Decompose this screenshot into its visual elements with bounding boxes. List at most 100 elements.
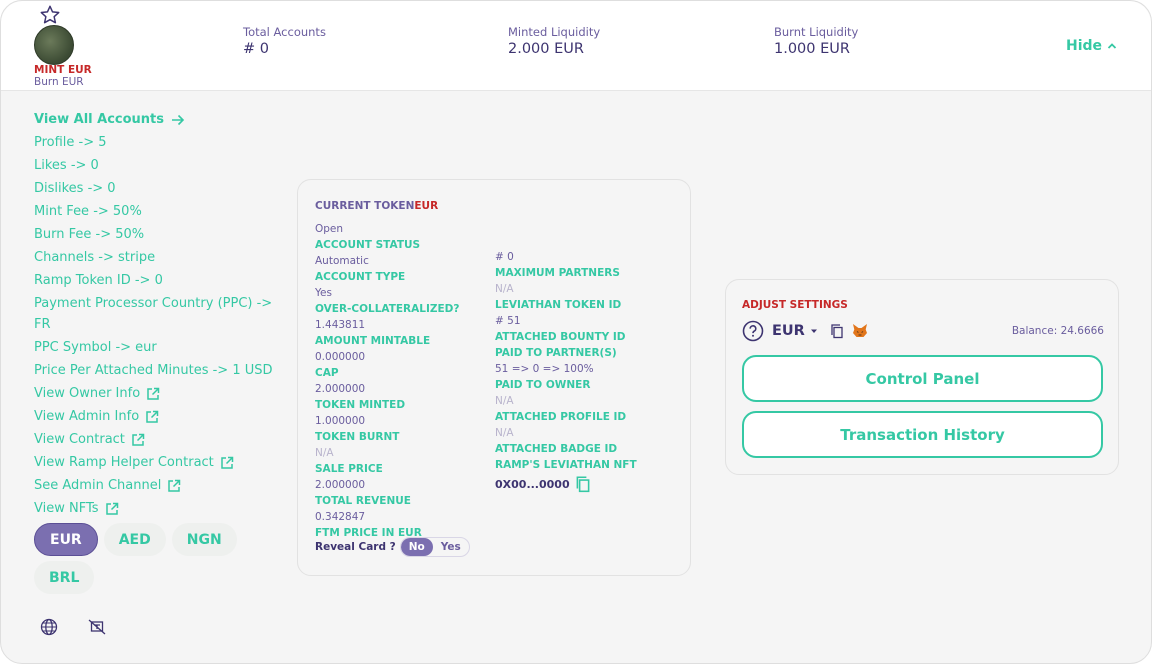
sidebar-item-dislikes[interactable]: Dislikes -> 0 (34, 177, 274, 200)
adjust-settings-card: ADJUST SETTINGS EUR Balance: 24.6666 Con… (725, 279, 1119, 475)
external-link-icon (132, 433, 145, 446)
chevron-up-icon (1107, 43, 1117, 49)
currency-chip-brl[interactable]: BRL (34, 561, 95, 594)
stat-value: 2.000 EUR (508, 41, 584, 57)
see-admin-channel-link[interactable]: See Admin Channel (34, 474, 274, 497)
sidebar-item-ramp-token-id[interactable]: Ramp Token ID -> 0 (34, 269, 274, 292)
link-label: View Owner Info (34, 386, 141, 401)
hide-button[interactable]: Hide (1066, 38, 1118, 54)
detail-value: N/A (495, 283, 514, 295)
link-label: View Contract (34, 432, 125, 447)
detail-key: RAMP'S LEVIATHAN NFT (495, 459, 637, 471)
external-link-icon (147, 387, 160, 400)
currency-chip-eur[interactable]: EUR (34, 523, 98, 556)
view-ramp-helper-contract-link[interactable]: View Ramp Helper Contract (34, 451, 274, 474)
detail-key: LEVIATHAN TOKEN ID (495, 299, 622, 311)
star-icon[interactable] (39, 4, 61, 26)
hide-label: Hide (1066, 38, 1103, 54)
transaction-history-button[interactable]: Transaction History (742, 411, 1103, 458)
detail-value: # 0 (495, 251, 514, 263)
sidebar-item-ppc-symbol[interactable]: PPC Symbol -> eur (34, 336, 274, 359)
reveal-yes-option[interactable]: Yes (433, 538, 469, 556)
detail-key: AMOUNT MINTABLE (315, 335, 431, 347)
detail-key: TOKEN BURNT (315, 431, 400, 443)
detail-value: 0.342847 (315, 511, 366, 523)
detail-key: ACCOUNT TYPE (315, 271, 406, 283)
current-token-card: CURRENT TOKENEUR Open ACCOUNT STATUS Autom… (297, 179, 691, 576)
settings-currency[interactable]: EUR (772, 323, 805, 339)
sidebar-item-channels[interactable]: Channels -> stripe (34, 246, 274, 269)
detail-key: MAXIMUM PARTNERS (495, 267, 620, 279)
detail-key: ATTACHED PROFILE ID (495, 411, 627, 423)
detail-key: OVER-COLLATERALIZED? (315, 303, 460, 315)
sidebar-item-profile[interactable]: Profile -> 5 (34, 131, 274, 154)
detail-key: SALE PRICE (315, 463, 383, 475)
copy-icon[interactable] (829, 323, 845, 339)
stat-value: # 0 (243, 41, 269, 57)
view-all-accounts-label: View All Accounts (34, 112, 165, 127)
detail-value: N/A (495, 427, 514, 439)
currency-chip-ngn[interactable]: NGN (171, 523, 237, 556)
link-label: View NFTs (34, 501, 99, 516)
help-circle-icon[interactable] (742, 320, 764, 342)
detail-key: ATTACHED BOUNTY ID (495, 331, 626, 343)
reveal-card: Reveal Card ? No Yes (315, 537, 470, 557)
reveal-toggle[interactable]: No Yes (399, 537, 470, 557)
sidebar-item-ppc-country[interactable]: Payment Processor Country (PPC) -> FR (34, 293, 274, 335)
token-avatar (34, 25, 74, 65)
detail-value: N/A (315, 447, 334, 459)
view-owner-info-link[interactable]: View Owner Info (34, 382, 274, 405)
stat-burnt-liquidity: Burnt Liquidity 1.000 EUR (774, 25, 858, 57)
header: MINT EUR Burn EUR Total Accounts # 0 Min… (1, 1, 1151, 91)
stat-minted-liquidity: Minted Liquidity 2.000 EUR (508, 25, 600, 57)
sidebar-item-likes[interactable]: Likes -> 0 (34, 154, 274, 177)
arrow-right-icon (172, 114, 185, 125)
detail-value: 2.000000 (315, 383, 366, 395)
reveal-card-label: Reveal Card ? (315, 541, 396, 553)
external-link-icon (168, 479, 181, 492)
detail-value: 0.000000 (315, 351, 366, 363)
settings-currency-row: EUR Balance: 24.6666 (742, 320, 1104, 342)
detail-key: TOTAL REVENUE (315, 495, 411, 507)
detail-value: Yes (315, 287, 332, 299)
detail-value: # 51 (495, 315, 521, 327)
detail-value: 1.443811 (315, 319, 366, 331)
detail-value: Open (315, 223, 344, 235)
detail-key: ACCOUNT STATUS (315, 239, 421, 251)
mint-label[interactable]: MINT EUR (34, 64, 92, 76)
sidebar-item-mint-fee[interactable]: Mint Fee -> 50% (34, 200, 274, 223)
sidebar-item-burn-fee[interactable]: Burn Fee -> 50% (34, 223, 274, 246)
burn-label[interactable]: Burn EUR (34, 76, 84, 88)
view-contract-link[interactable]: View Contract (34, 428, 274, 451)
globe-icon[interactable] (40, 618, 58, 636)
sidebar: View All Accounts Profile -> 5 Likes -> … (34, 108, 274, 520)
balance: Balance: 24.6666 (1011, 325, 1104, 337)
copy-icon[interactable] (574, 475, 592, 493)
card-token-symbol: EUR (414, 200, 439, 212)
detail-value: 1.000000 (315, 415, 366, 427)
detail-key: PAID TO PARTNER(S) (495, 347, 617, 359)
reveal-no-option[interactable]: No (400, 538, 433, 556)
caret-down-icon[interactable] (807, 324, 821, 338)
stat-label: Minted Liquidity (508, 25, 601, 39)
leviathan-nft-address[interactable]: 0X00...0000 (495, 475, 675, 493)
currency-chip-aed[interactable]: AED (103, 523, 166, 556)
detail-key: CAP (315, 367, 339, 379)
footer-icons (40, 618, 106, 636)
token-details-right: # 0 MAXIMUM PARTNERS N/A LEVIATHAN TOKEN ID… (495, 249, 675, 493)
app-frame: MINT EUR Burn EUR Total Accounts # 0 Min… (0, 0, 1152, 664)
stat-label: Total Accounts (243, 25, 326, 39)
detail-value: Automatic (315, 255, 369, 267)
card-title: CURRENT TOKENEUR (315, 200, 438, 212)
metamask-fox-icon[interactable] (851, 322, 869, 340)
language-icon[interactable] (88, 618, 106, 636)
view-nfts-link[interactable]: View NFTs (34, 497, 274, 520)
currency-chips: EUR AED NGN BRL (34, 523, 274, 594)
detail-value: N/A (495, 395, 514, 407)
control-panel-button[interactable]: Control Panel (742, 355, 1103, 402)
sidebar-item-price-per-minute[interactable]: Price Per Attached Minutes -> 1 USD (34, 359, 274, 382)
view-admin-info-link[interactable]: View Admin Info (34, 405, 274, 428)
link-label: View Ramp Helper Contract (34, 455, 214, 470)
link-label: See Admin Channel (34, 478, 162, 493)
view-all-accounts-link[interactable]: View All Accounts (34, 108, 274, 131)
